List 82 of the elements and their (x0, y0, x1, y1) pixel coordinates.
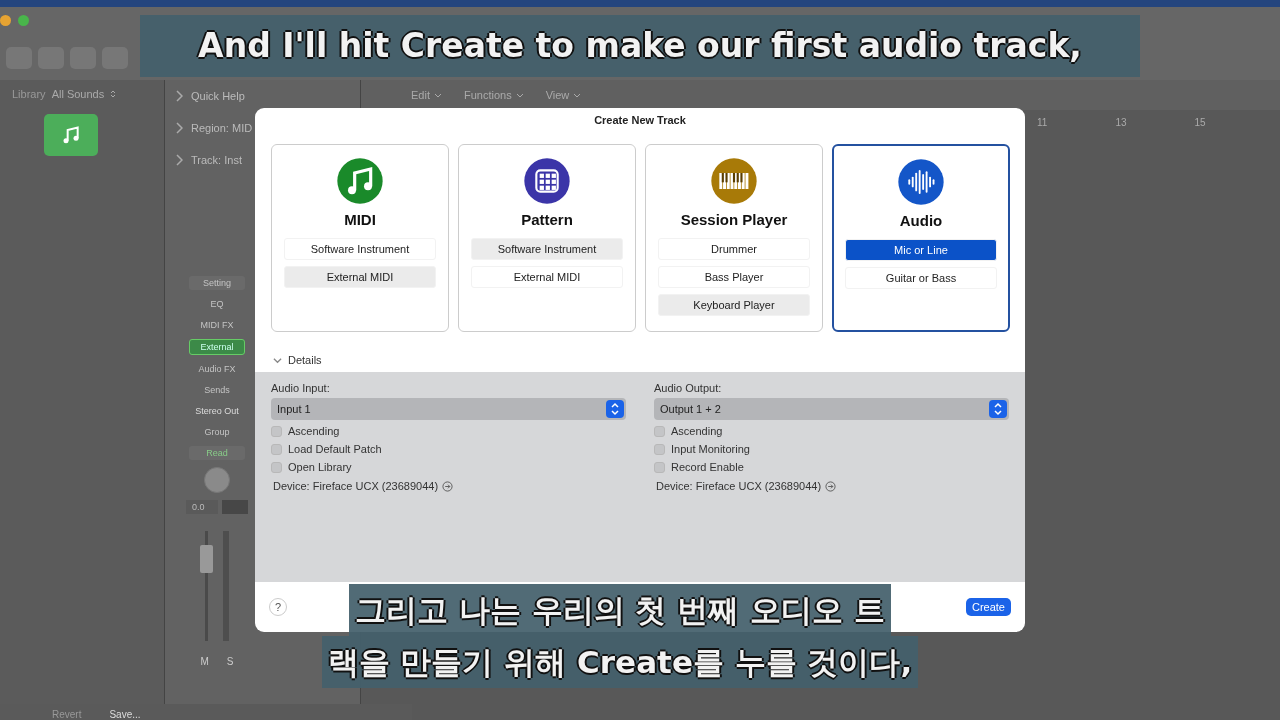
popup-menu[interactable]: Output 1 + 2 (654, 398, 1009, 420)
toolbar-menu[interactable]: Functions (463, 89, 512, 101)
popup-menu[interactable]: Input 1 (271, 398, 626, 420)
volume-value: 0.0 (186, 500, 218, 514)
sends-slot[interactable]: Sends (189, 383, 245, 397)
checkbox-label: Record Enable (671, 461, 744, 473)
help-button[interactable]: ? (269, 598, 287, 616)
checkbox[interactable] (654, 461, 665, 473)
inspector-section[interactable]: Region: MID (191, 122, 253, 134)
dialog-title: Create New Track (593, 114, 687, 126)
eq-slot[interactable]: EQ (189, 297, 245, 311)
track-option[interactable]: External MIDI (471, 266, 623, 288)
track-option[interactable]: Guitar or Bass (845, 267, 997, 289)
track-type-name: Audio (899, 212, 943, 229)
chevron-down-icon[interactable] (515, 92, 524, 98)
track-option[interactable]: External MIDI (284, 266, 436, 288)
chevron-right-icon (175, 90, 183, 102)
chevron-down-icon[interactable] (573, 92, 582, 98)
toolbar-menu[interactable]: Edit (411, 89, 430, 101)
checkbox-label: Input Monitoring (671, 443, 750, 455)
solo-button[interactable]: S (226, 656, 234, 667)
mute-button[interactable]: M (200, 656, 209, 667)
chevron-right-icon (175, 154, 183, 166)
track-option[interactable]: Software Instrument (284, 238, 436, 260)
track-type-card[interactable]: Session Player Drummer Bass Player Keyboard Player (645, 144, 823, 332)
output-slot[interactable]: Stereo Out (189, 404, 245, 418)
subtitle: 그리고 나는 우리의 첫 번째 오디오 트 (349, 584, 891, 636)
subtitle: And I'll hit Create to make our first audio track, (140, 15, 1140, 77)
field-label: Audio Input: (271, 382, 331, 394)
up-down-chevron-icon[interactable] (110, 89, 117, 99)
setting-slot[interactable]: Setting (189, 276, 245, 290)
device-label: Device: Fireface UCX (23689044) (656, 480, 822, 492)
track-type-card[interactable]: Pattern Software Instrument External MIDI (458, 144, 636, 332)
track-type-card[interactable]: Audio Mic or Line Guitar or Bass (832, 144, 1010, 332)
footer-button[interactable]: Save... (109, 709, 141, 720)
checkbox-label: Load Default Patch (288, 443, 382, 455)
checkbox[interactable] (271, 443, 282, 455)
audio-fx-slot[interactable]: Audio FX (189, 362, 245, 376)
track-option[interactable]: Keyboard Player (658, 294, 810, 316)
chevron-down-icon[interactable] (433, 92, 442, 98)
stepper-icon[interactable] (989, 400, 1007, 418)
checkbox[interactable] (654, 425, 665, 437)
checkbox-label: Open Library (288, 461, 352, 473)
toolbar-menu[interactable]: View (545, 89, 570, 101)
field-label: Audio Output: (654, 382, 723, 394)
inspector-section[interactable]: Quick Help (191, 90, 245, 102)
sound-filter[interactable]: All Sounds (51, 88, 105, 100)
midi-fx-slot[interactable]: MIDI FX (189, 318, 245, 332)
track-type-name: MIDI (344, 211, 376, 228)
details-label[interactable]: Details (288, 354, 322, 366)
arrow-circle-icon[interactable] (825, 480, 837, 492)
inspector-section[interactable]: Track: Inst (191, 154, 242, 166)
create-button[interactable]: Create (965, 598, 1011, 616)
track-option[interactable]: Software Instrument (471, 238, 623, 260)
group-slot[interactable]: Group (189, 425, 245, 439)
subtitle: 랙을 만들기 위해 Create를 누를 것이다, (321, 636, 919, 688)
track-option[interactable]: Mic or Line (845, 239, 997, 261)
stepper-icon[interactable] (606, 400, 624, 418)
chevron-right-icon (175, 122, 183, 134)
checkbox-label: Ascending (288, 425, 340, 437)
bar-number: 15 (1194, 116, 1206, 128)
track-type-name: Pattern (521, 211, 573, 228)
instrument-slot[interactable]: External (189, 339, 245, 355)
device-label: Device: Fireface UCX (23689044) (273, 480, 439, 492)
checkbox[interactable] (271, 425, 282, 437)
instrument-patch-icon[interactable] (44, 114, 98, 156)
track-option[interactable]: Bass Player (658, 266, 810, 288)
track-type-card[interactable]: MIDI Software Instrument External MIDI (271, 144, 449, 332)
disclosure-icon[interactable] (273, 355, 282, 365)
automation-slot[interactable]: Read (189, 446, 245, 460)
library-title: Library (12, 88, 46, 100)
track-option[interactable]: Drummer (658, 238, 810, 260)
bar-number: 11 (1037, 116, 1048, 128)
checkbox[interactable] (271, 461, 282, 473)
checkbox[interactable] (654, 443, 665, 455)
track-type-name: Session Player (680, 211, 788, 228)
peak-display (222, 500, 248, 514)
pan-knob[interactable] (204, 467, 230, 493)
arrow-circle-icon[interactable] (442, 480, 454, 492)
checkbox-label: Ascending (671, 425, 723, 437)
bar-number: 13 (1115, 116, 1127, 128)
zoom-light[interactable] (18, 15, 29, 26)
